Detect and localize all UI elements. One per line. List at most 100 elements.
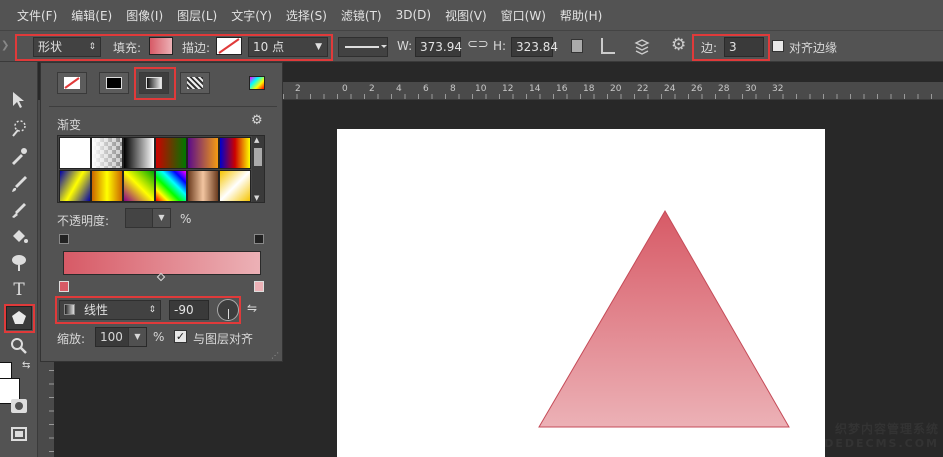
ruler-tick: 6 bbox=[423, 84, 429, 94]
gradient-style-select[interactable]: 线性 ⇕ bbox=[59, 300, 161, 320]
resize-grip-icon[interactable]: ⋰ bbox=[271, 351, 279, 360]
preset-copper[interactable] bbox=[187, 170, 219, 202]
triangle-shape[interactable] bbox=[337, 129, 825, 457]
menu-3d[interactable]: 3D(D) bbox=[389, 8, 438, 22]
no-color-icon bbox=[64, 77, 80, 89]
eyedropper-tool-icon[interactable] bbox=[6, 144, 32, 168]
stroke-line-icon bbox=[345, 45, 387, 48]
path-operations-icon[interactable] bbox=[571, 39, 583, 53]
opacity-label: 不透明度: bbox=[57, 214, 110, 228]
reverse-gradient-icon[interactable]: ⇋ bbox=[247, 301, 257, 315]
ruler-scale-marks bbox=[283, 94, 943, 99]
ruler-tick: 28 bbox=[718, 84, 730, 94]
gradient-fill-button[interactable] bbox=[139, 72, 169, 94]
path-arrangement-icon[interactable] bbox=[633, 37, 651, 55]
solid-fill-button[interactable] bbox=[99, 72, 129, 94]
preset-orange-yellow[interactable] bbox=[91, 170, 123, 202]
fill-swatch[interactable] bbox=[149, 37, 173, 55]
menu-view[interactable]: 视图(V) bbox=[438, 7, 494, 24]
ruler-tick: 30 bbox=[745, 84, 757, 94]
menu-edit[interactable]: 编辑(E) bbox=[64, 7, 119, 24]
move-tool-icon[interactable] bbox=[6, 88, 32, 112]
polygon-tool-icon[interactable] bbox=[6, 306, 32, 330]
chevron-down-icon[interactable]: ▼ bbox=[128, 328, 146, 346]
no-fill-button[interactable] bbox=[57, 72, 87, 94]
ruler-tick: 10 bbox=[475, 84, 487, 94]
paint-bucket-tool-icon[interactable] bbox=[6, 224, 32, 248]
menu-window[interactable]: 窗口(W) bbox=[494, 7, 553, 24]
sides-field[interactable]: 3 bbox=[724, 37, 764, 57]
menu-filter[interactable]: 滤镜(T) bbox=[334, 7, 389, 24]
preset-blue-yellow-blue[interactable] bbox=[59, 170, 91, 202]
path-alignment-icon[interactable] bbox=[601, 38, 615, 54]
gear-icon[interactable]: ⚙ bbox=[251, 113, 263, 128]
opacity-stop-left[interactable] bbox=[59, 234, 69, 244]
preset-blue-red-yellow[interactable] bbox=[219, 137, 251, 169]
quick-mask-icon[interactable] bbox=[6, 394, 32, 418]
menu-type[interactable]: 文字(Y) bbox=[224, 7, 279, 24]
preset-white[interactable] bbox=[59, 137, 91, 169]
opacity-field[interactable]: ▼ bbox=[125, 208, 171, 228]
height-label: H: bbox=[493, 39, 507, 53]
tools-panel: T ⇆ bbox=[0, 62, 38, 457]
menu-image[interactable]: 图像(I) bbox=[119, 7, 170, 24]
color-picker-icon[interactable] bbox=[249, 76, 265, 90]
menu-help[interactable]: 帮助(H) bbox=[553, 7, 609, 24]
chevron-updown-icon: ⇕ bbox=[88, 42, 96, 52]
scale-unit: % bbox=[153, 330, 165, 344]
height-field[interactable]: 323.84 bbox=[511, 37, 558, 57]
brush-tool-icon[interactable] bbox=[6, 172, 32, 196]
shape-mode-value: 形状 bbox=[38, 40, 63, 54]
gear-icon[interactable]: ⚙ bbox=[671, 35, 686, 55]
align-layer-checkbox[interactable]: ✓ bbox=[174, 330, 187, 343]
stroke-size-field[interactable]: 10 点 ▼ bbox=[248, 37, 328, 57]
preset-violet-orange[interactable] bbox=[187, 137, 219, 169]
menu-file[interactable]: 文件(F) bbox=[10, 7, 64, 24]
scale-field[interactable]: 100 ▼ bbox=[95, 327, 147, 347]
pattern-fill-button[interactable] bbox=[180, 72, 210, 94]
solid-color-icon bbox=[106, 77, 122, 89]
ruler-tick: 22 bbox=[637, 84, 649, 94]
divider bbox=[49, 106, 277, 107]
scroll-up-icon[interactable]: ▲ bbox=[254, 136, 259, 144]
angle-dial[interactable] bbox=[217, 299, 239, 321]
ruler-tick: 18 bbox=[583, 84, 595, 94]
preset-red-green[interactable] bbox=[155, 137, 187, 169]
no-color-icon bbox=[218, 38, 240, 54]
menu-select[interactable]: 选择(S) bbox=[279, 7, 334, 24]
swap-colors-icon[interactable]: ⇆ bbox=[22, 360, 30, 371]
preset-transparent[interactable] bbox=[91, 137, 123, 169]
preset-violet-green[interactable] bbox=[123, 170, 155, 202]
color-stop-right[interactable] bbox=[254, 281, 264, 292]
link-icon[interactable]: ⊂⊃ bbox=[467, 37, 489, 52]
scroll-down-icon[interactable]: ▼ bbox=[254, 194, 259, 202]
quick-select-tool-icon[interactable] bbox=[6, 116, 32, 140]
menu-layer[interactable]: 图层(L) bbox=[170, 7, 224, 24]
preset-black-white[interactable] bbox=[123, 137, 155, 169]
document-canvas[interactable] bbox=[337, 129, 825, 457]
type-tool-icon[interactable]: T bbox=[6, 278, 32, 302]
watermark-text: 织梦内容管理系统 bbox=[834, 422, 939, 436]
history-brush-tool-icon[interactable] bbox=[6, 198, 32, 222]
color-stop-left[interactable] bbox=[59, 281, 69, 292]
stroke-swatch[interactable] bbox=[216, 37, 242, 55]
opacity-stop-right[interactable] bbox=[254, 234, 264, 244]
stroke-type-select[interactable] bbox=[338, 37, 388, 57]
zoom-tool-icon[interactable] bbox=[6, 334, 32, 358]
presets-scrollbar[interactable]: ▲ ▼ bbox=[252, 136, 264, 202]
options-bar: ❯ 形状 ⇕ 填充: 描边: 10 点 ▼ W: 373.94 ⊂⊃ H: 32… bbox=[0, 30, 943, 62]
ruler-tick: 26 bbox=[691, 84, 703, 94]
screen-mode-icon[interactable] bbox=[6, 422, 32, 446]
angle-field[interactable]: -90 bbox=[169, 300, 209, 320]
width-field[interactable]: 373.94 bbox=[415, 37, 462, 57]
align-edges-checkbox[interactable] bbox=[772, 40, 784, 52]
dodge-tool-icon[interactable] bbox=[6, 250, 32, 274]
scroll-thumb[interactable] bbox=[254, 148, 262, 166]
scale-value: 100 bbox=[100, 330, 123, 344]
preset-spectrum[interactable] bbox=[155, 170, 187, 202]
gradient-bar[interactable] bbox=[63, 251, 261, 275]
shape-mode-select[interactable]: 形状 ⇕ bbox=[33, 37, 101, 57]
ruler-tick: 16 bbox=[556, 84, 568, 94]
preset-chrome[interactable] bbox=[219, 170, 251, 202]
chevron-down-icon[interactable]: ▼ bbox=[152, 209, 170, 227]
